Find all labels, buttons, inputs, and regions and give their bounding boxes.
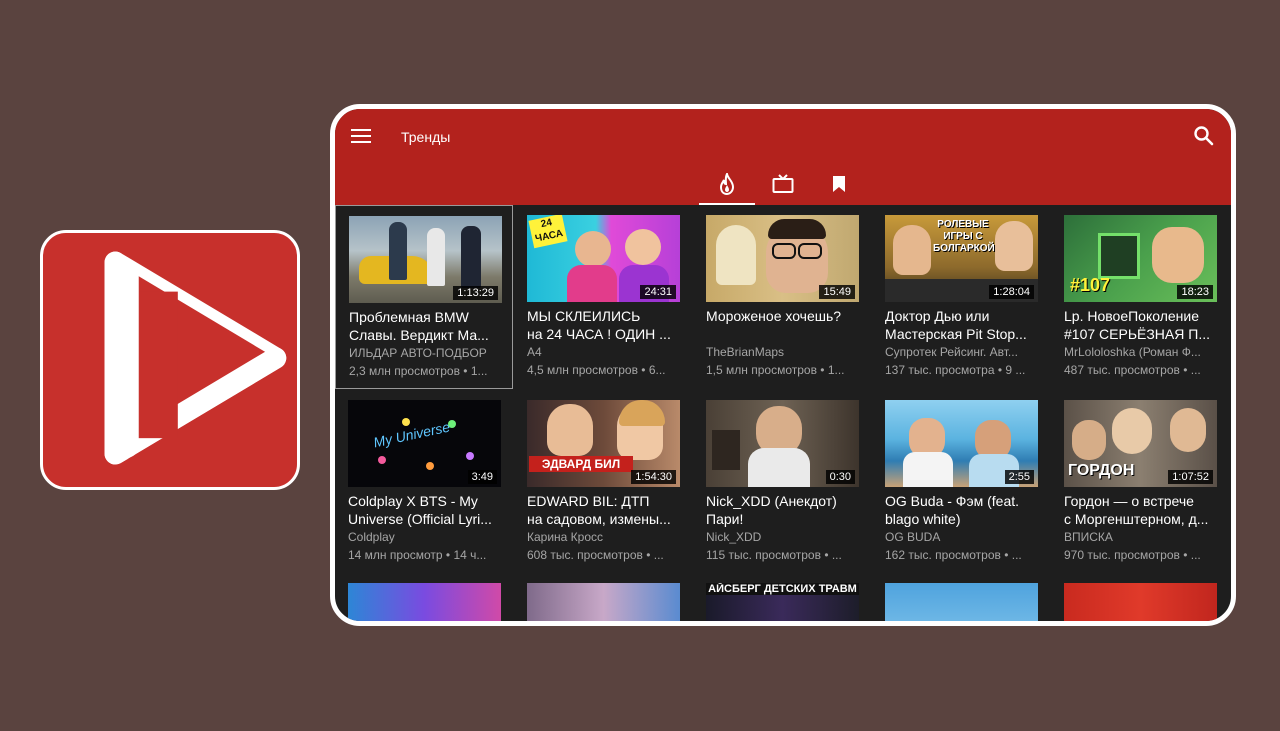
video-thumbnail: My Universe 3:49 [348, 400, 501, 487]
video-title: Гордон — о встрече с Моргенштерном, д... [1064, 493, 1209, 527]
video-card[interactable]: ГОРДОН 1:07:52 Гордон — о встрече с Морге… [1051, 390, 1229, 574]
video-title: Nick_XDD (Анекдот) Пари! [706, 493, 837, 527]
video-duration: 0:30 [825, 470, 855, 484]
video-meta: 14 млн просмотр • 14 ч... [348, 548, 487, 562]
video-thumbnail: 0:30 [706, 400, 859, 487]
video-meta: 970 тыс. просмотров • ... [1064, 548, 1201, 562]
tab-trending[interactable] [699, 163, 755, 205]
video-card[interactable]: РОЛЕВЫЕ ИГРЫ С БОЛГАРКОЙ 1:28:04 Доктор … [872, 205, 1050, 389]
video-duration: 2:55 [1004, 470, 1034, 484]
search-icon[interactable] [1191, 123, 1217, 149]
video-title: Доктор Дью или Мастерская Pit Stop... [885, 308, 1027, 342]
video-duration: 24:31 [640, 285, 676, 299]
video-meta: 1,5 млн просмотров • 1... [706, 363, 845, 377]
bookmark-icon [833, 176, 845, 192]
video-duration: 18:23 [1177, 285, 1213, 299]
play-logo-icon [104, 251, 287, 465]
video-channel: ВПИСКА [1064, 530, 1113, 544]
video-meta: 2,3 млн просмотров • 1... [349, 364, 488, 378]
video-channel: A4 [527, 345, 542, 359]
video-thumbnail[interactable] [885, 583, 1038, 621]
video-card[interactable]: 2:55 OG Buda - Фэм (feat. blago white) OG… [872, 390, 1050, 574]
video-card[interactable]: #107 18:23 Lp. НовоеПоколение #107 СЕРЬЁЗ… [1051, 205, 1229, 389]
video-thumbnail: 1:13:29 [349, 216, 502, 303]
video-channel: Coldplay [348, 530, 395, 544]
video-thumbnail: ЭДВАРД БИЛ 1:54:30 [527, 400, 680, 487]
video-thumbnail[interactable]: АЙСБЕРГ ДЕТСКИХ ТРАВМ [706, 583, 859, 621]
video-title: МЫ СКЛЕИЛИСЬ на 24 ЧАСА ! ОДИН ... [527, 308, 671, 342]
video-channel: Карина Кросс [527, 530, 604, 544]
video-duration: 1:13:29 [453, 286, 498, 300]
app-bar: Тренды [335, 109, 1231, 205]
video-card[interactable]: 24 ЧАСА 24:31 МЫ СКЛЕИЛИСЬ на 24 ЧАСА ! О… [514, 205, 692, 389]
video-thumbnail[interactable] [348, 583, 501, 621]
video-title: Проблемная BMW Славы. Вердикт Ма... [349, 309, 489, 343]
video-meta: 4,5 млн просмотров • 6... [527, 363, 666, 377]
video-duration: 15:49 [819, 285, 855, 299]
video-thumbnail: РОЛЕВЫЕ ИГРЫ С БОЛГАРКОЙ 1:28:04 [885, 215, 1038, 302]
video-meta: 115 тыс. просмотров • ... [706, 548, 842, 562]
video-card[interactable]: 0:30 Nick_XDD (Анекдот) Пари! Nick_XDD 11… [693, 390, 871, 574]
device-screen: Тренды 1:13:29 Проблемная BMW Славы. Вер… [330, 104, 1236, 626]
video-channel: OG BUDA [885, 530, 941, 544]
app-logo [40, 230, 300, 490]
video-thumbnail: 24 ЧАСА 24:31 [527, 215, 680, 302]
video-channel: MrLololoshka (Роман Ф... [1064, 345, 1201, 359]
video-card[interactable]: ЭДВАРД БИЛ 1:54:30 EDWARD BIL: ДТП на сад… [514, 390, 692, 574]
video-channel: TheBrianMaps [706, 345, 785, 359]
menu-icon[interactable] [351, 127, 373, 147]
page-title: Тренды [401, 129, 451, 145]
video-thumbnail: 2:55 [885, 400, 1038, 487]
video-thumbnail: ГОРДОН 1:07:52 [1064, 400, 1217, 487]
video-card[interactable]: 15:49 Мороженое хочешь? TheBrianMaps 1,5… [693, 205, 871, 389]
video-duration: 3:49 [467, 470, 497, 484]
video-channel: ИЛЬДАР АВТО-ПОДБОР [349, 346, 487, 360]
flame-icon [719, 173, 735, 195]
video-meta: 487 тыс. просмотров • ... [1064, 363, 1201, 377]
video-thumbnail[interactable] [527, 583, 680, 621]
video-channel: Супротек Рейсинг. Авт... [885, 345, 1018, 359]
video-grid: 1:13:29 Проблемная BMW Славы. Вердикт Ма.… [335, 205, 1231, 621]
video-thumbnail: #107 18:23 [1064, 215, 1217, 302]
thumbnail-label: АЙСБЕРГ ДЕТСКИХ ТРАВМ [706, 583, 859, 595]
video-card[interactable]: My Universe 3:49 Coldplay X BTS - My Univ… [335, 390, 513, 574]
video-title: OG Buda - Фэм (feat. blago white) [885, 493, 1020, 527]
tab-saved[interactable] [811, 163, 867, 205]
video-duration: 1:07:52 [1168, 470, 1213, 484]
video-title: EDWARD BIL: ДТП на садовом, измены... [527, 493, 671, 527]
video-title: Coldplay X BTS - My Universe (Official Ly… [348, 493, 492, 527]
video-duration: 1:28:04 [989, 285, 1034, 299]
video-meta: 162 тыс. просмотров • ... [885, 548, 1022, 562]
tv-icon [772, 174, 794, 193]
video-channel: Nick_XDD [706, 530, 762, 544]
video-title: Мороженое хочешь? [706, 308, 842, 324]
video-duration: 1:54:30 [631, 470, 676, 484]
video-title: Lp. НовоеПоколение #107 СЕРЬЁЗНАЯ П... [1064, 308, 1210, 342]
video-meta: 608 тыс. просмотров • ... [527, 548, 664, 562]
tab-subscriptions[interactable] [755, 163, 811, 205]
video-meta: 137 тыс. просмотра • 9 ... [885, 363, 1026, 377]
video-thumbnail: 15:49 [706, 215, 859, 302]
video-thumbnail[interactable] [1064, 583, 1217, 621]
video-card[interactable]: 1:13:29 Проблемная BMW Славы. Вердикт Ма.… [335, 205, 513, 389]
